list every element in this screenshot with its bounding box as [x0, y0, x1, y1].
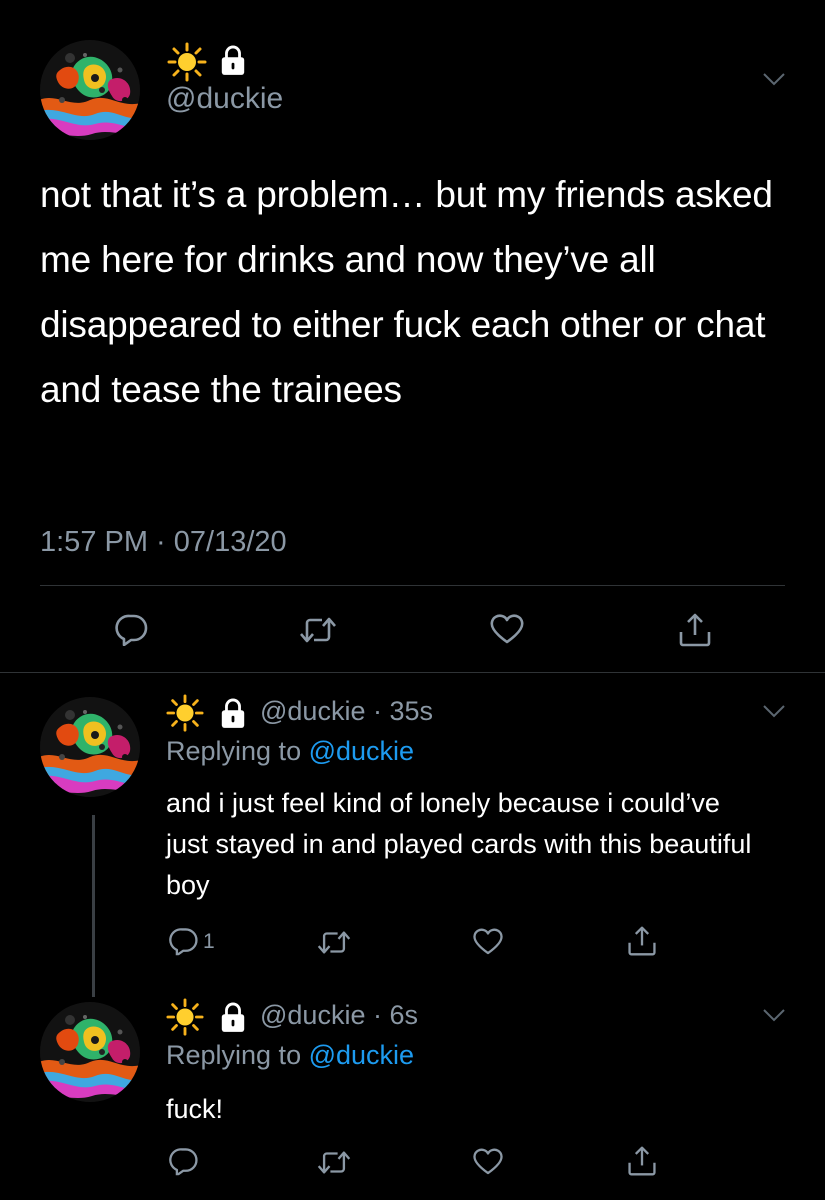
reply-handle-time[interactable]: @duckie · 35s [260, 696, 433, 727]
main-avatar[interactable] [40, 40, 140, 140]
replying-handle[interactable]: @duckie [309, 736, 414, 766]
replying-prefix: Replying to [166, 736, 309, 766]
reply-icon[interactable] [168, 1146, 200, 1176]
sun-emoji-icon [167, 42, 207, 82]
main-tweet-text: not that it’s a problem… but my friends … [40, 174, 773, 410]
reply-avatar[interactable] [40, 1002, 140, 1102]
divider [40, 585, 785, 586]
thread-line [92, 815, 95, 997]
reply-text: fuck! [166, 1094, 224, 1124]
reply-count: 1 [203, 930, 215, 953]
replying-to: Replying to @duckie [166, 736, 414, 767]
sun-emoji-icon [166, 998, 204, 1036]
sun-emoji-icon [166, 694, 204, 732]
divider [0, 672, 825, 673]
like-icon[interactable] [489, 613, 525, 645]
share-icon[interactable] [626, 1145, 658, 1177]
like-icon[interactable] [472, 1147, 504, 1176]
retweet-icon[interactable] [316, 1148, 352, 1177]
reply-avatar[interactable] [40, 697, 140, 797]
main-timestamp[interactable]: 1:57 PM · 07/13/20 [40, 526, 287, 559]
lock-icon [219, 44, 247, 76]
reply-icon[interactable] [114, 612, 150, 646]
replying-prefix: Replying to [166, 1040, 309, 1070]
replying-handle[interactable]: @duckie [309, 1040, 414, 1070]
retweet-icon[interactable] [316, 928, 352, 957]
chevron-down-icon[interactable] [762, 704, 786, 718]
like-icon[interactable] [472, 927, 504, 956]
reply-handle-time[interactable]: @duckie · 6s [260, 1000, 418, 1031]
reply-text: and i just feel kind of lonely because i… [166, 788, 752, 900]
lock-icon [219, 697, 247, 729]
replying-to: Replying to @duckie [166, 1040, 414, 1071]
lock-icon [219, 1001, 247, 1033]
share-icon[interactable] [626, 925, 658, 957]
chevron-down-icon[interactable] [762, 72, 786, 86]
share-icon[interactable] [677, 612, 713, 648]
reply-icon[interactable] [168, 926, 200, 956]
main-handle[interactable]: @duckie [166, 82, 283, 116]
retweet-icon[interactable] [298, 614, 338, 646]
chevron-down-icon[interactable] [762, 1008, 786, 1022]
